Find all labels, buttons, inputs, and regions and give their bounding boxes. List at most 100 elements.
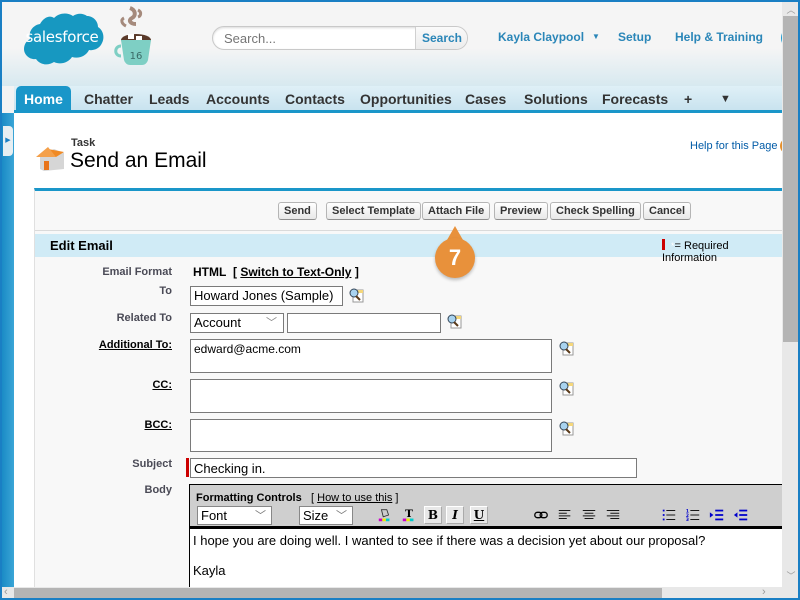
- numbered-list-icon[interactable]: 123: [684, 506, 702, 524]
- vertical-scrollbar[interactable]: ︿ ﹀: [782, 2, 798, 587]
- scroll-up-icon[interactable]: ︿: [782, 3, 798, 16]
- select-template-button[interactable]: Select Template: [326, 202, 421, 220]
- size-select[interactable]: Size ﹀: [299, 506, 353, 525]
- email-body-text[interactable]: I hope you are doing well. I wanted to s…: [193, 533, 783, 593]
- tab-opportunities[interactable]: Opportunities: [352, 86, 460, 110]
- object-type-label: Task: [71, 137, 96, 149]
- align-left-icon[interactable]: [556, 506, 574, 524]
- required-marker: [662, 239, 665, 250]
- home-icon: [34, 139, 68, 173]
- global-search: Search: [212, 26, 468, 50]
- user-menu[interactable]: Kayla Claypool ▼: [498, 30, 600, 44]
- chevron-down-icon: ﹀: [266, 317, 277, 329]
- preview-button[interactable]: Preview: [494, 202, 548, 220]
- scroll-right-icon[interactable]: ›: [762, 586, 766, 598]
- tab-solutions[interactable]: Solutions: [516, 86, 596, 110]
- background-color-icon[interactable]: [376, 506, 394, 524]
- bcc-label[interactable]: BCC:: [32, 419, 173, 431]
- caret-down-icon: ▼: [592, 32, 600, 41]
- underline-button[interactable]: U: [470, 506, 488, 524]
- bulleted-list-icon[interactable]: [660, 506, 678, 524]
- formatting-toolbar: Formatting Controls [ How to use this ] …: [190, 485, 787, 529]
- search-input[interactable]: [213, 27, 415, 49]
- lookup-icon[interactable]: [558, 420, 574, 436]
- step-callout-badge: 7: [435, 238, 475, 278]
- tab-bar: Home Chatter Leads Accounts Contacts Opp…: [14, 86, 782, 113]
- cc-label[interactable]: CC:: [32, 379, 172, 391]
- email-format-label: Email Format: [102, 266, 172, 278]
- lookup-icon[interactable]: [446, 313, 462, 329]
- bold-button[interactable]: B: [424, 506, 442, 524]
- additional-to-field[interactable]: edward@acme.com: [190, 339, 552, 373]
- how-to-use-help: [ How to use this ]: [311, 492, 399, 504]
- brand-name: salesforce: [25, 28, 99, 46]
- button-row: Send Select Template Attach File Preview…: [35, 191, 783, 231]
- lookup-icon[interactable]: [348, 287, 364, 303]
- mascot-mug-icon: 16: [108, 4, 156, 68]
- tab-home[interactable]: Home: [16, 86, 71, 110]
- required-marker: [186, 458, 189, 477]
- help-for-page-link[interactable]: Help for this Page: [690, 140, 777, 152]
- cc-field[interactable]: [190, 379, 552, 413]
- lookup-icon[interactable]: [558, 380, 574, 396]
- related-to-type-select[interactable]: Account ﹀: [190, 313, 284, 333]
- help-training-link[interactable]: Help & Training: [675, 30, 763, 44]
- body-line: I hope you are doing well. I wanted to s…: [193, 533, 706, 548]
- tab-contacts[interactable]: Contacts: [277, 86, 353, 110]
- scroll-down-icon[interactable]: ﹀: [782, 569, 798, 582]
- email-format-value: HTML [ Switch to Text-Only ]: [193, 265, 359, 279]
- subject-label: Subject: [132, 458, 172, 470]
- sidebar-expand-handle[interactable]: ▶: [3, 126, 13, 156]
- horizontal-scrollbar[interactable]: ‹ ›: [2, 586, 798, 598]
- related-to-label: Related To: [116, 312, 172, 324]
- svg-text:T: T: [405, 507, 413, 520]
- align-center-icon[interactable]: [580, 506, 598, 524]
- user-name: Kayla Claypool: [498, 30, 585, 44]
- salesforce-logo[interactable]: salesforce: [20, 12, 104, 66]
- scroll-left-icon[interactable]: ‹: [4, 586, 8, 598]
- lookup-icon[interactable]: [558, 340, 574, 356]
- rich-text-editor: Formatting Controls [ How to use this ] …: [189, 484, 788, 594]
- switch-to-text-only-link[interactable]: Switch to Text-Only: [240, 265, 351, 279]
- plus-icon[interactable]: +: [676, 86, 700, 110]
- chevron-down-icon: ﹀: [255, 510, 266, 522]
- vertical-scroll-thumb[interactable]: [783, 16, 798, 342]
- body-line: Kayla: [193, 563, 226, 578]
- related-to-input[interactable]: [287, 313, 441, 333]
- link-icon[interactable]: [532, 506, 550, 524]
- tab-leads[interactable]: Leads: [141, 86, 197, 110]
- svg-text:16: 16: [130, 51, 143, 62]
- tab-cases[interactable]: Cases: [457, 86, 514, 110]
- body-label: Body: [144, 484, 173, 496]
- text-color-icon[interactable]: T: [400, 506, 418, 524]
- check-spelling-button[interactable]: Check Spelling: [550, 202, 641, 220]
- how-to-use-link[interactable]: How to use this: [317, 492, 392, 504]
- tab-chatter[interactable]: Chatter: [76, 86, 141, 110]
- additional-to-label[interactable]: Additional To:: [32, 339, 172, 351]
- chevron-down-icon[interactable]: ▼: [712, 86, 739, 110]
- attach-file-button[interactable]: Attach File: [422, 202, 491, 220]
- cancel-button[interactable]: Cancel: [643, 202, 692, 220]
- tab-forecasts[interactable]: Forecasts: [594, 86, 676, 110]
- formatting-controls-label: Formatting Controls: [196, 492, 302, 504]
- setup-link[interactable]: Setup: [618, 30, 651, 44]
- browser-frame: salesforce 16 Search Kayla Claypool▼ Se: [0, 0, 800, 600]
- tab-accounts[interactable]: Accounts: [198, 86, 278, 110]
- subject-field[interactable]: [190, 458, 637, 478]
- indent-icon[interactable]: [708, 506, 726, 524]
- align-right-icon[interactable]: [604, 506, 622, 524]
- italic-button[interactable]: I: [446, 506, 464, 524]
- bcc-field[interactable]: [190, 419, 552, 452]
- to-field[interactable]: Howard Jones (Sample): [190, 286, 343, 306]
- horizontal-scroll-thumb[interactable]: [14, 588, 662, 598]
- send-button[interactable]: Send: [278, 202, 317, 220]
- search-button[interactable]: Search: [415, 27, 467, 49]
- font-select[interactable]: Font ﹀: [197, 506, 272, 525]
- page-content: Task Send an Email Help for this Page Se…: [14, 113, 794, 594]
- sidebar-collapse-strip: [2, 113, 14, 598]
- section-title: Edit Email: [50, 238, 113, 253]
- page-title: Send an Email: [70, 149, 207, 172]
- global-header: salesforce 16 Search Kayla Claypool▼ Se: [2, 2, 798, 86]
- outdent-icon[interactable]: [732, 506, 750, 524]
- required-legend: *= Required Information: [662, 239, 729, 264]
